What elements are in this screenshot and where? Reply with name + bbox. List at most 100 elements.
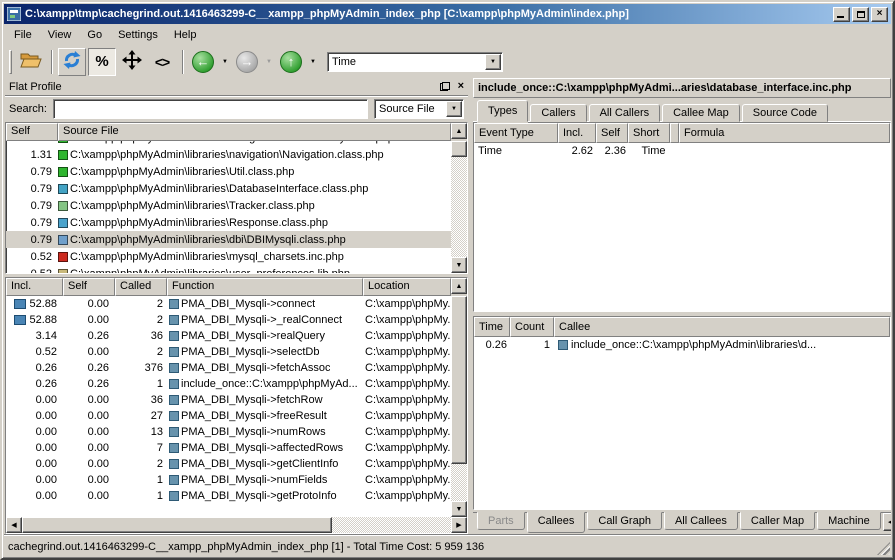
- scroll-left-button[interactable]: ◀: [6, 517, 22, 533]
- scroll-up-button[interactable]: ▲: [451, 123, 467, 139]
- menu-go[interactable]: Go: [79, 26, 110, 44]
- scroll-up-button[interactable]: ▲: [451, 278, 467, 294]
- function-list-header: Incl. Self Called Function Location ▲: [6, 278, 467, 296]
- tab-parts[interactable]: Parts: [477, 512, 525, 530]
- callees-table: Time Count Callee 0.261include_once::C:\…: [473, 316, 891, 510]
- file-row[interactable]: 0.52C:\xampp\phpMyAdmin\libraries\mysql_…: [6, 248, 451, 265]
- menu-settings[interactable]: Settings: [110, 26, 166, 44]
- function-row[interactable]: 52.880.002PMA_DBI_Mysqli->_realConnectC:…: [6, 312, 451, 328]
- float-dock-icon[interactable]: [440, 82, 450, 91]
- column-header-self[interactable]: Self: [63, 278, 115, 296]
- column-header-self[interactable]: Self: [596, 123, 628, 143]
- resize-grip-icon[interactable]: [877, 542, 890, 555]
- back-button[interactable]: ←: [189, 48, 217, 76]
- tab-all-callees[interactable]: All Callees: [664, 512, 738, 530]
- column-header-formula[interactable]: Formula: [679, 123, 890, 143]
- grouping-combo[interactable]: Source File ▼: [374, 99, 464, 119]
- relative-percent-button[interactable]: %: [88, 48, 116, 76]
- file-row[interactable]: 0.79C:\xampp\phpMyAdmin\libraries\Tracke…: [6, 197, 451, 214]
- close-dock-icon[interactable]: ×: [458, 81, 464, 92]
- column-header-called[interactable]: Called: [115, 278, 167, 296]
- function-row[interactable]: 3.140.2636PMA_DBI_Mysqli->realQueryC:\xa…: [6, 328, 451, 344]
- file-row[interactable]: 0.79C:\xampp\phpMyAdmin\libraries\Util.c…: [6, 163, 451, 180]
- column-header-short[interactable]: Short: [628, 123, 670, 143]
- title-bar[interactable]: C:\xampp\tmp\cachegrind.out.1416463299-C…: [4, 4, 891, 24]
- function-row[interactable]: 0.000.001PMA_DBI_Mysqli->numFieldsC:\xam…: [6, 472, 451, 488]
- source-file-list-header: Self Source File ▲: [6, 123, 467, 141]
- event-type-combo[interactable]: Time ▼: [327, 52, 503, 72]
- open-file-button[interactable]: [17, 48, 45, 76]
- tab-source-code[interactable]: Source Code: [742, 104, 828, 122]
- file-row[interactable]: 1.31C:\xampp\phpMyAdmin\libraries\naviga…: [6, 146, 451, 163]
- scrollbar-thumb[interactable]: [22, 517, 332, 533]
- event-type-row[interactable]: Time2.622.36Time: [474, 143, 890, 159]
- file-row[interactable]: 0.79C:\xampp\phpMyAdmin\libraries\dbi\DB…: [6, 231, 451, 248]
- function-row[interactable]: 0.520.002PMA_DBI_Mysqli->selectDbC:\xamp…: [6, 344, 451, 360]
- menu-view[interactable]: View: [40, 26, 80, 44]
- column-header-location[interactable]: Location: [363, 278, 451, 296]
- menu-help[interactable]: Help: [166, 26, 205, 44]
- cell-incl: 0.00: [6, 490, 63, 502]
- scroll-right-button[interactable]: ▶: [451, 517, 467, 533]
- menu-file[interactable]: File: [6, 26, 40, 44]
- scrollbar-thumb[interactable]: [451, 141, 467, 157]
- up-dropdown[interactable]: ▼: [307, 51, 319, 73]
- combo-dropdown-button[interactable]: ▼: [446, 101, 462, 117]
- tab-scroll-left-button[interactable]: ◀: [883, 513, 891, 531]
- function-row[interactable]: 0.000.002PMA_DBI_Mysqli->getClientInfoC:…: [6, 456, 451, 472]
- column-header-time[interactable]: Time: [474, 317, 510, 337]
- combo-dropdown-button[interactable]: ▼: [485, 54, 501, 70]
- column-header-incl[interactable]: Incl.: [558, 123, 596, 143]
- function-row[interactable]: 0.000.0036PMA_DBI_Mysqli->fetchRowC:\xam…: [6, 392, 451, 408]
- column-header-event-type[interactable]: Event Type: [474, 123, 558, 143]
- column-header-function[interactable]: Function: [167, 278, 363, 296]
- horizontal-scrollbar[interactable]: ◀ ▶: [6, 517, 467, 533]
- toolbar-handle[interactable]: [9, 50, 12, 74]
- function-row[interactable]: 52.880.002PMA_DBI_Mysqli->connectC:\xamp…: [6, 296, 451, 312]
- function-row[interactable]: 0.000.001PMA_DBI_Mysqli->getProtoInfoC:\…: [6, 488, 451, 504]
- up-button[interactable]: ↑: [277, 48, 305, 76]
- function-icon: [558, 340, 568, 350]
- scrollbar-thumb[interactable]: [451, 296, 467, 464]
- column-header-incl[interactable]: Incl.: [6, 278, 63, 296]
- scroll-down-button[interactable]: ▼: [451, 501, 467, 517]
- tab-call-graph[interactable]: Call Graph: [587, 512, 662, 530]
- close-button[interactable]: ×: [871, 7, 888, 22]
- expand-all-button[interactable]: [118, 48, 146, 76]
- function-row[interactable]: 0.000.0027PMA_DBI_Mysqli->freeResultC:\x…: [6, 408, 451, 424]
- callee-row[interactable]: 0.261include_once::C:\xampp\phpMyAdmin\l…: [474, 337, 890, 353]
- file-row[interactable]: 0.52C:\xampp\phpMyAdmin\libraries\user_p…: [6, 265, 451, 273]
- column-header-count[interactable]: Count: [510, 317, 554, 337]
- file-row[interactable]: 0.79C:\xampp\phpMyAdmin\libraries\Databa…: [6, 180, 451, 197]
- function-row[interactable]: 0.000.007PMA_DBI_Mysqli->affectedRowsC:\…: [6, 440, 451, 456]
- flat-profile-dock-titlebar[interactable]: Flat Profile ×: [5, 78, 468, 96]
- tab-types[interactable]: Types: [477, 100, 528, 122]
- cell-function: PMA_DBI_Mysqli->fetchAssoc: [167, 362, 363, 374]
- tab-machine[interactable]: Machine: [817, 512, 881, 530]
- reload-button[interactable]: [58, 48, 86, 76]
- forward-button[interactable]: →: [233, 48, 261, 76]
- function-row[interactable]: 0.260.26376PMA_DBI_Mysqli->fetchAssocC:\…: [6, 360, 451, 376]
- function-row[interactable]: 0.000.0013PMA_DBI_Mysqli->numRowsC:\xamp…: [6, 424, 451, 440]
- function-name: PMA_DBI_Mysqli->selectDb: [181, 346, 319, 358]
- search-input[interactable]: [53, 99, 368, 119]
- callee-rows: 0.261include_once::C:\xampp\phpMyAdmin\l…: [474, 337, 890, 509]
- cycle-detection-button[interactable]: <>: [148, 48, 176, 76]
- minimize-button[interactable]: [833, 7, 850, 22]
- maximize-button[interactable]: [852, 7, 869, 22]
- column-header-source-file[interactable]: Source File: [58, 123, 451, 141]
- tab-caller-map[interactable]: Caller Map: [740, 512, 815, 530]
- function-row[interactable]: 0.260.261include_once::C:\xampp\phpMyAd.…: [6, 376, 451, 392]
- column-header-self[interactable]: Self: [6, 123, 58, 141]
- vertical-scrollbar[interactable]: ▼: [451, 141, 467, 273]
- back-dropdown[interactable]: ▼: [219, 51, 231, 73]
- vertical-scrollbar[interactable]: ▼: [451, 296, 467, 517]
- tab-callee-map[interactable]: Callee Map: [662, 104, 740, 122]
- tab-callers[interactable]: Callers: [530, 104, 586, 122]
- tab-callees[interactable]: Callees: [527, 512, 586, 533]
- file-row[interactable]: 0.79C:\xampp\phpMyAdmin\libraries\Respon…: [6, 214, 451, 231]
- forward-dropdown[interactable]: ▼: [263, 51, 275, 73]
- scroll-down-button[interactable]: ▼: [451, 257, 467, 273]
- tab-all-callers[interactable]: All Callers: [589, 104, 661, 122]
- column-header-callee[interactable]: Callee: [554, 317, 890, 337]
